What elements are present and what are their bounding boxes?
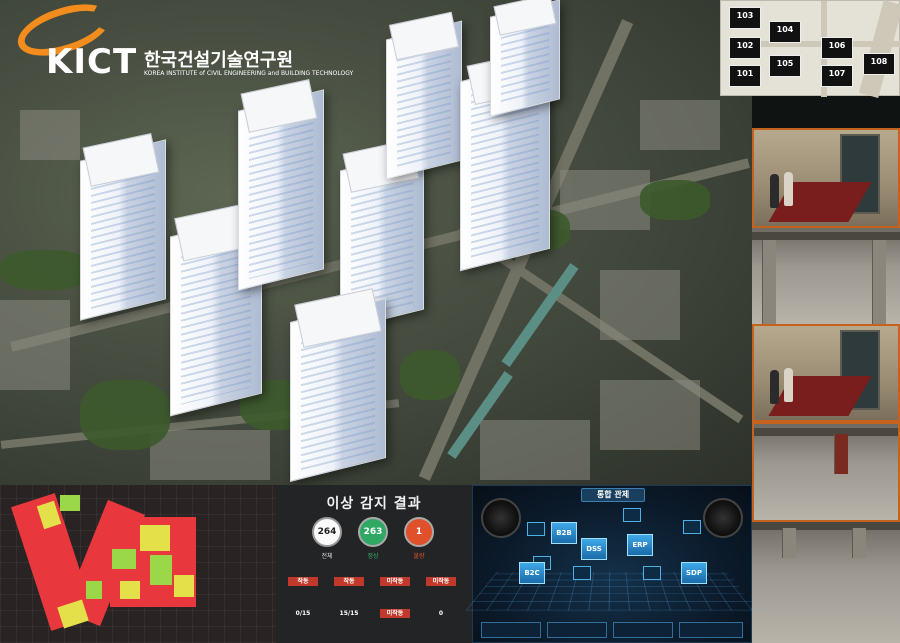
- control-node[interactable]: B2B: [551, 522, 577, 544]
- fault-count-label: 불량: [413, 553, 425, 560]
- room-marker[interactable]: 104: [769, 21, 801, 43]
- logo-english-name: KOREA INSTITUTE of CIVIL ENGINEERING and…: [144, 70, 354, 77]
- anomaly-detection-panel: 이상 감지 결과 264 전체 263 정상 1 불량 작동 작동 미작동 미작…: [276, 485, 472, 643]
- total-count-label: 전체: [321, 553, 333, 560]
- logo-brand: KICT: [46, 42, 138, 82]
- integrated-control-panel[interactable]: 통합 관제 B2C DSS ERP SDP B2B: [465, 485, 759, 643]
- logo-korean-name: 한국건설기술연구원: [144, 50, 294, 71]
- room-marker[interactable]: 108: [863, 53, 895, 75]
- room-marker[interactable]: 105: [769, 55, 801, 77]
- room-marker[interactable]: 102: [729, 37, 761, 59]
- normal-count-label: 정상: [367, 553, 379, 560]
- normal-count-badge: 263: [358, 517, 388, 547]
- sensor-stat: 작동: [280, 567, 326, 586]
- floor-map-panel[interactable]: 103 104 102 106 101 105 107 108: [720, 0, 900, 98]
- sensor-stat: 미작동: [372, 567, 418, 586]
- cctv-feed-garage-1[interactable]: [752, 228, 900, 324]
- control-node[interactable]: SDP: [681, 562, 707, 584]
- sensor-stat: 0/15: [295, 610, 311, 617]
- room-marker[interactable]: 101: [729, 65, 761, 87]
- cctv-feed-lobby-2[interactable]: [752, 324, 900, 422]
- kict-logo: KICT 한국건설기술연구원 KOREA INSTITUTE of CIVIL …: [10, 0, 353, 84]
- sensor-stat: 미작동: [372, 599, 418, 618]
- sensor-stat: 15/15: [339, 610, 359, 617]
- speaker-right-icon: [703, 498, 743, 538]
- cctv-feed-lobby-1[interactable]: [752, 128, 900, 228]
- room-marker[interactable]: 107: [821, 65, 853, 87]
- sensor-stat: 0: [438, 610, 444, 617]
- speaker-left-icon: [481, 498, 521, 538]
- control-panel-title: 통합 관제: [581, 488, 645, 502]
- anomaly-panel-title: 이상 감지 결과: [326, 496, 422, 512]
- control-node[interactable]: B2C: [519, 562, 545, 584]
- cctv-feed-garage-3[interactable]: [752, 522, 900, 643]
- control-node[interactable]: ERP: [627, 534, 653, 556]
- room-marker[interactable]: 103: [729, 7, 761, 29]
- floor-heatmap-panel[interactable]: [0, 485, 276, 643]
- sensor-stat: 미작동: [418, 567, 464, 586]
- control-node[interactable]: DSS: [581, 538, 607, 560]
- cctv-feed-garage-2[interactable]: [752, 422, 900, 522]
- fault-count-badge: 1: [404, 517, 434, 547]
- total-count-badge: 264: [312, 517, 342, 547]
- sensor-stat: 작동: [326, 567, 372, 586]
- room-marker[interactable]: 106: [821, 37, 853, 59]
